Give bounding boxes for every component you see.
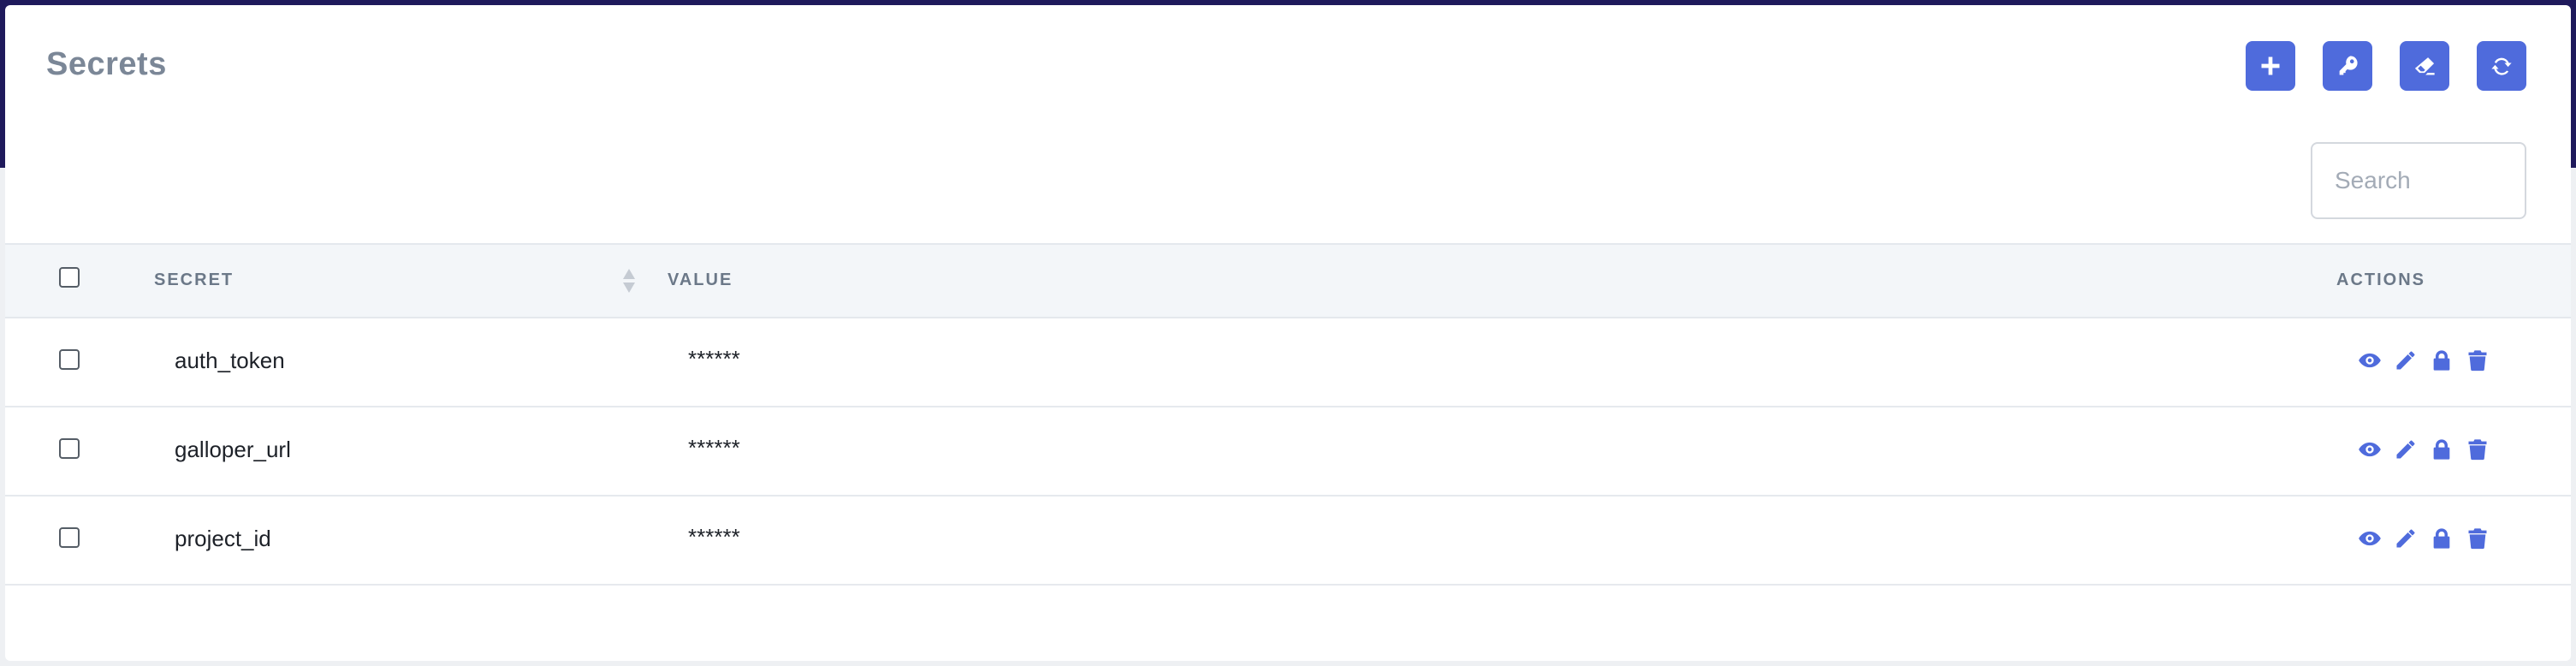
view-button[interactable]	[2357, 348, 2383, 373]
lock-icon	[2433, 528, 2450, 549]
secrets-card: Secrets SECRET VALUE ACTIONS auth_token …	[5, 5, 2571, 661]
key-icon	[2339, 56, 2358, 75]
table-header: SECRET VALUE ACTIONS	[5, 243, 2571, 318]
key-button[interactable]	[2323, 41, 2372, 91]
secret-name: project_id	[175, 526, 271, 551]
toolbar	[2246, 41, 2526, 91]
secret-name: galloper_url	[175, 437, 291, 462]
edit-button[interactable]	[2393, 526, 2419, 551]
view-button[interactable]	[2357, 437, 2383, 462]
view-button[interactable]	[2357, 526, 2383, 551]
row-checkbox[interactable]	[59, 438, 80, 459]
row-actions	[2357, 348, 2490, 373]
lock-button[interactable]	[2429, 526, 2454, 551]
pencil-icon	[2396, 440, 2415, 459]
eye-icon	[2359, 531, 2381, 546]
pencil-icon	[2396, 529, 2415, 548]
refresh-icon	[2491, 57, 2512, 75]
secret-value: ******	[688, 524, 740, 550]
lock-button[interactable]	[2429, 348, 2454, 373]
row-actions	[2357, 437, 2490, 462]
column-header-secret[interactable]: SECRET	[154, 271, 234, 290]
eye-icon	[2359, 442, 2381, 457]
add-secret-button[interactable]	[2246, 41, 2295, 91]
select-all-checkbox[interactable]	[59, 267, 80, 288]
delete-button[interactable]	[2465, 526, 2490, 551]
secret-name: auth_token	[175, 348, 285, 373]
page-title: Secrets	[46, 46, 167, 82]
eraser-icon	[2414, 57, 2435, 75]
secret-value: ******	[688, 346, 740, 372]
row-checkbox[interactable]	[59, 527, 80, 548]
secret-value: ******	[688, 435, 740, 461]
column-header-actions: ACTIONS	[2336, 271, 2425, 289]
row-actions	[2357, 526, 2490, 551]
plus-icon	[2261, 56, 2280, 75]
trash-icon	[2468, 528, 2487, 550]
delete-button[interactable]	[2465, 437, 2490, 462]
search-input[interactable]	[2311, 142, 2526, 219]
lock-button[interactable]	[2429, 437, 2454, 462]
delete-button[interactable]	[2465, 348, 2490, 373]
edit-button[interactable]	[2393, 348, 2419, 373]
lock-icon	[2433, 439, 2450, 460]
lock-icon	[2433, 350, 2450, 371]
column-header-value: VALUE	[668, 271, 733, 289]
row-checkbox[interactable]	[59, 349, 80, 370]
trash-icon	[2468, 439, 2487, 461]
refresh-button[interactable]	[2477, 41, 2526, 91]
table-row: galloper_url ******	[5, 406, 2571, 497]
trash-icon	[2468, 350, 2487, 372]
table-row: auth_token ******	[5, 317, 2571, 407]
eye-icon	[2359, 353, 2381, 368]
table-row: project_id ******	[5, 495, 2571, 586]
pencil-icon	[2396, 351, 2415, 370]
edit-button[interactable]	[2393, 437, 2419, 462]
sort-icon[interactable]	[621, 267, 637, 294]
clear-button[interactable]	[2400, 41, 2449, 91]
